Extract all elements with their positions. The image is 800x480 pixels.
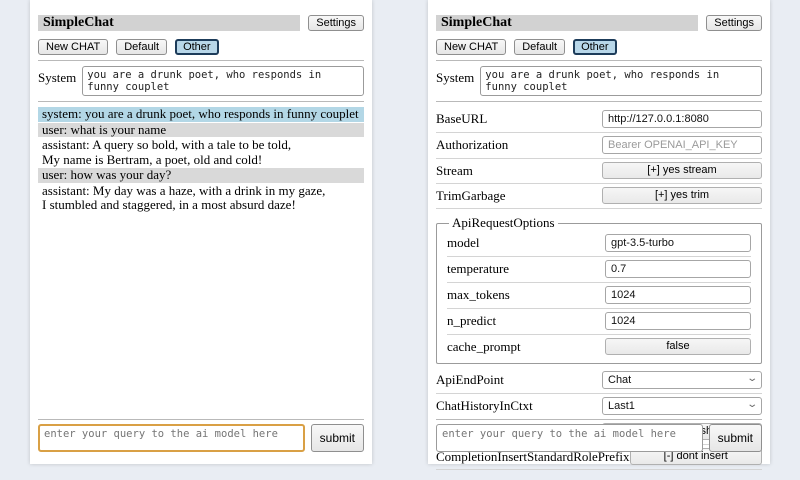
max-tokens-input[interactable] (605, 286, 751, 304)
setting-row-stream: Stream [+] yes stream (436, 159, 762, 184)
api-endpoint-label: ApiEndPoint (436, 372, 504, 388)
chat-history-in-ctxt-label: ChatHistoryInCtxt (436, 398, 533, 414)
setting-row-n-predict: n_predict (447, 309, 751, 335)
query-input[interactable] (436, 424, 703, 452)
session-tab-other[interactable]: Other (573, 39, 617, 55)
chat-history-in-ctxt-select[interactable]: Last1 ⌄ (602, 397, 762, 415)
new-chat-button[interactable]: New CHAT (38, 39, 108, 55)
session-toolbar: New CHAT Default Other (436, 39, 762, 55)
setting-row-model: model (447, 231, 751, 257)
api-request-options-fieldset: ApiRequestOptions model temperature max_… (436, 215, 762, 364)
divider (436, 60, 762, 61)
api-request-options-legend: ApiRequestOptions (449, 215, 558, 231)
setting-row-baseurl: BaseURL (436, 107, 762, 133)
query-footer: submit (38, 419, 364, 452)
chevron-down-icon: ⌄ (746, 400, 758, 410)
chat-message-user: user: what is your name (38, 123, 364, 138)
stream-toggle-button[interactable]: [+] yes stream (602, 162, 762, 179)
n-predict-label: n_predict (447, 313, 496, 329)
stream-label: Stream (436, 163, 473, 179)
temperature-label: temperature (447, 261, 509, 277)
system-prompt-row: System you are a drunk poet, who respond… (38, 66, 364, 96)
model-label: model (447, 235, 480, 251)
temperature-input[interactable] (605, 260, 751, 278)
system-prompt-input[interactable]: you are a drunk poet, who responds in fu… (82, 66, 364, 96)
new-chat-button[interactable]: New CHAT (436, 39, 506, 55)
setting-row-max-tokens: max_tokens (447, 283, 751, 309)
submit-button[interactable]: submit (709, 424, 762, 452)
divider (38, 101, 364, 102)
chat-message-assistant: assistant: My day was a haze, with a dri… (38, 184, 364, 213)
baseurl-label: BaseURL (436, 111, 487, 127)
app-title: SimpleChat (38, 15, 300, 31)
chevron-down-icon: ⌄ (746, 374, 758, 384)
chat-message-system: system: you are a drunk poet, who respon… (38, 107, 364, 122)
setting-row-temperature: temperature (447, 257, 751, 283)
divider (38, 419, 364, 420)
trimgarbage-label: TrimGarbage (436, 188, 506, 204)
divider (38, 60, 364, 61)
api-endpoint-selected-value: Chat (608, 374, 631, 386)
cache-prompt-toggle-button[interactable]: false (605, 338, 751, 355)
session-toolbar: New CHAT Default Other (38, 39, 364, 55)
divider (436, 101, 762, 102)
chat-message-list: system: you are a drunk poet, who respon… (38, 107, 364, 213)
setting-row-trimgarbage: TrimGarbage [+] yes trim (436, 184, 762, 209)
settings-button[interactable]: Settings (706, 15, 762, 31)
query-input[interactable] (38, 424, 305, 452)
system-label: System (436, 66, 474, 86)
system-prompt-row: System you are a drunk poet, who respond… (436, 66, 762, 96)
session-tab-default[interactable]: Default (514, 39, 565, 55)
submit-button[interactable]: submit (311, 424, 364, 452)
authorization-label: Authorization (436, 137, 508, 153)
authorization-input[interactable] (602, 136, 762, 154)
trimgarbage-toggle-button[interactable]: [+] yes trim (602, 187, 762, 204)
settings-button[interactable]: Settings (308, 15, 364, 31)
max-tokens-label: max_tokens (447, 287, 510, 303)
cache-prompt-label: cache_prompt (447, 339, 521, 355)
model-input[interactable] (605, 234, 751, 252)
query-footer: submit (436, 419, 762, 452)
baseurl-input[interactable] (602, 110, 762, 128)
app-title: SimpleChat (436, 15, 698, 31)
n-predict-input[interactable] (605, 312, 751, 330)
system-label: System (38, 66, 76, 86)
api-endpoint-select[interactable]: Chat ⌄ (602, 371, 762, 389)
session-tab-other[interactable]: Other (175, 39, 219, 55)
settings-list: BaseURL Authorization Stream [+] yes str… (436, 107, 762, 470)
setting-row-api-endpoint: ApiEndPoint Chat ⌄ (436, 368, 762, 394)
session-tab-default[interactable]: Default (116, 39, 167, 55)
divider (436, 419, 762, 420)
settings-panel: SimpleChat Settings New CHAT Default Oth… (428, 0, 770, 464)
chat-panel: SimpleChat Settings New CHAT Default Oth… (30, 0, 372, 464)
chat-history-selected-value: Last1 (608, 400, 635, 412)
header: SimpleChat Settings (436, 15, 762, 31)
system-prompt-input[interactable]: you are a drunk poet, who responds in fu… (480, 66, 762, 96)
header: SimpleChat Settings (38, 15, 364, 31)
setting-row-authorization: Authorization (436, 133, 762, 159)
setting-row-chat-history-in-ctxt: ChatHistoryInCtxt Last1 ⌄ (436, 394, 762, 420)
setting-row-cache-prompt: cache_prompt false (447, 335, 751, 359)
chat-message-user: user: how was your day? (38, 168, 364, 183)
chat-message-assistant: assistant: A query so bold, with a tale … (38, 138, 364, 167)
